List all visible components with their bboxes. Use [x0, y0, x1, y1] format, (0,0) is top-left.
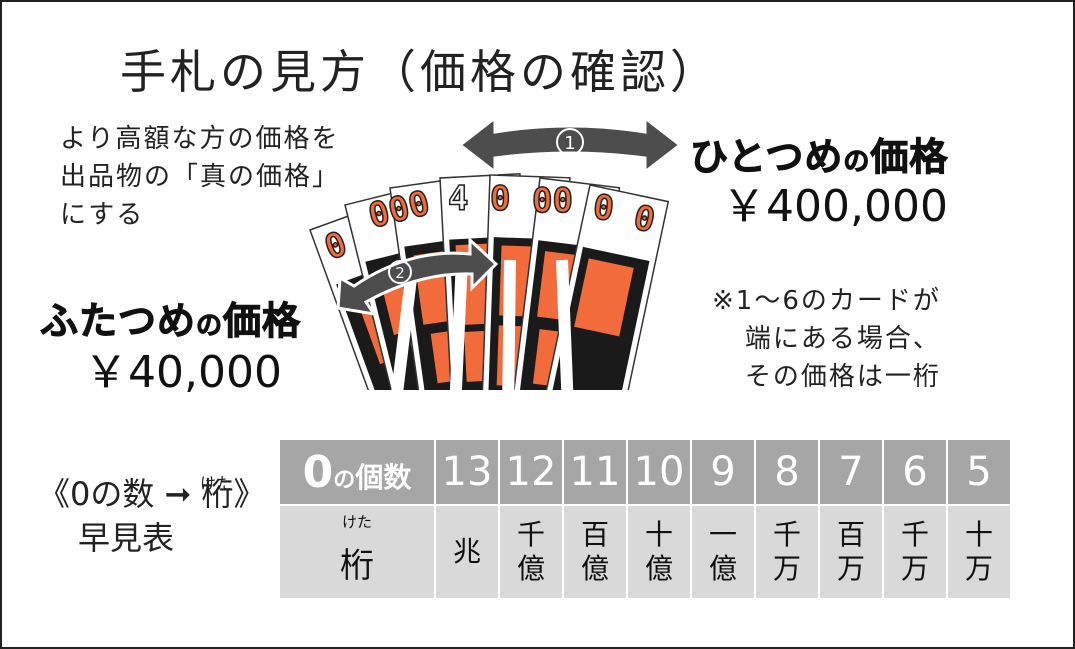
- unit-char: 億: [644, 552, 673, 585]
- page-title: 手札の見方（価格の確認）: [120, 45, 720, 99]
- unit-cell: 一億: [692, 506, 754, 598]
- count-cell: 12: [500, 440, 562, 504]
- note-left-line: 出品物の「真の価格」: [60, 162, 341, 192]
- first-price-value: ￥400,000: [722, 181, 948, 232]
- count-cell: 5: [948, 440, 1010, 504]
- zero-count-header: 0の個数: [280, 440, 434, 504]
- arrow-second-number: 2: [395, 264, 405, 282]
- unit-cell: 十億: [628, 506, 690, 598]
- digit-table-header: 0の個数 13 12 11 10 9 8 7 6 5: [280, 440, 1010, 504]
- unit-char: 百: [836, 518, 865, 551]
- unit-char: 億: [516, 552, 545, 585]
- legend-line1-kanji: 桁: [201, 475, 234, 513]
- unit-cell: 百億: [564, 506, 626, 598]
- digit-table: 0の個数 13 12 11 10 9 8 7 6 5 けた桁 兆 千億 百億 十…: [278, 438, 1012, 600]
- unit-char: 千: [900, 518, 929, 551]
- legend-line1: 《0の数 ➞ 桁》: [38, 472, 266, 516]
- count-cell: 7: [820, 440, 882, 504]
- unit-char: 万: [772, 552, 801, 585]
- unit-char: 十: [644, 518, 673, 551]
- digit-table-body: けた桁 兆 千億 百億 十億 一億 千万 百万 千万 十万: [280, 506, 1010, 598]
- unit-char: 千: [772, 518, 801, 551]
- unit-char: 万: [900, 552, 929, 585]
- second-price-value: ￥40,000: [84, 347, 282, 398]
- note-right-line: 端にある場合、: [744, 324, 941, 354]
- digit-place-header: けた桁: [280, 506, 434, 598]
- card-digit: 0: [490, 179, 510, 219]
- legend-line2: 早見表: [78, 519, 175, 557]
- arrow-first-number: 1: [564, 133, 575, 154]
- unit-char: 億: [580, 552, 609, 585]
- arrow-second: 2: [336, 238, 499, 317]
- unit-cell: 千万: [756, 506, 818, 598]
- digit-place-ruby: けた: [341, 513, 372, 531]
- note-right-line: ※1～6のカードが: [712, 286, 941, 316]
- arrow-first: 1: [457, 114, 683, 176]
- unit-cell: 十万: [948, 506, 1010, 598]
- note-left-line: にする: [60, 200, 145, 230]
- note-right-line: その価格は一桁: [744, 362, 941, 392]
- note-right: ※1～6のカードが 端にある場合、 その価格は一桁: [712, 282, 941, 396]
- unit-char: 十: [964, 518, 993, 551]
- count-cell: 9: [692, 440, 754, 504]
- unit-cell: 千万: [884, 506, 946, 598]
- unit-char: 億: [708, 552, 737, 585]
- count-cell: 10: [628, 440, 690, 504]
- unit-char: 一: [708, 518, 737, 551]
- unit-char: 万: [836, 552, 865, 585]
- legend: 《0の数 ➞ 桁》 早見表: [38, 472, 266, 560]
- count-cell: 8: [756, 440, 818, 504]
- unit-cell: 千億: [500, 506, 562, 598]
- legend-line1-pre: 《0の数 ➞: [38, 475, 202, 513]
- legend-line1-post: 》: [233, 475, 266, 513]
- card-digit: 4: [448, 179, 468, 219]
- unit-char: 千: [516, 518, 545, 551]
- header-zero: 0: [302, 446, 334, 498]
- unit-char: 兆: [452, 535, 481, 568]
- unit-char: 万: [964, 552, 993, 585]
- count-cell: 11: [564, 440, 626, 504]
- count-cell: 6: [884, 440, 946, 504]
- unit-cell: 兆: [436, 506, 498, 598]
- unit-cell: 百万: [820, 506, 882, 598]
- note-left-line: より高額な方の価格を: [60, 124, 340, 154]
- card-digit: 00: [532, 181, 573, 221]
- digit-place-label: 桁: [340, 546, 374, 586]
- header-no: の: [333, 467, 356, 493]
- header-rest: 個数: [355, 460, 412, 494]
- note-left: より高額な方の価格を 出品物の「真の価格」 にする: [60, 120, 340, 234]
- count-cell: 13: [436, 440, 498, 504]
- unit-char: 百: [580, 518, 609, 551]
